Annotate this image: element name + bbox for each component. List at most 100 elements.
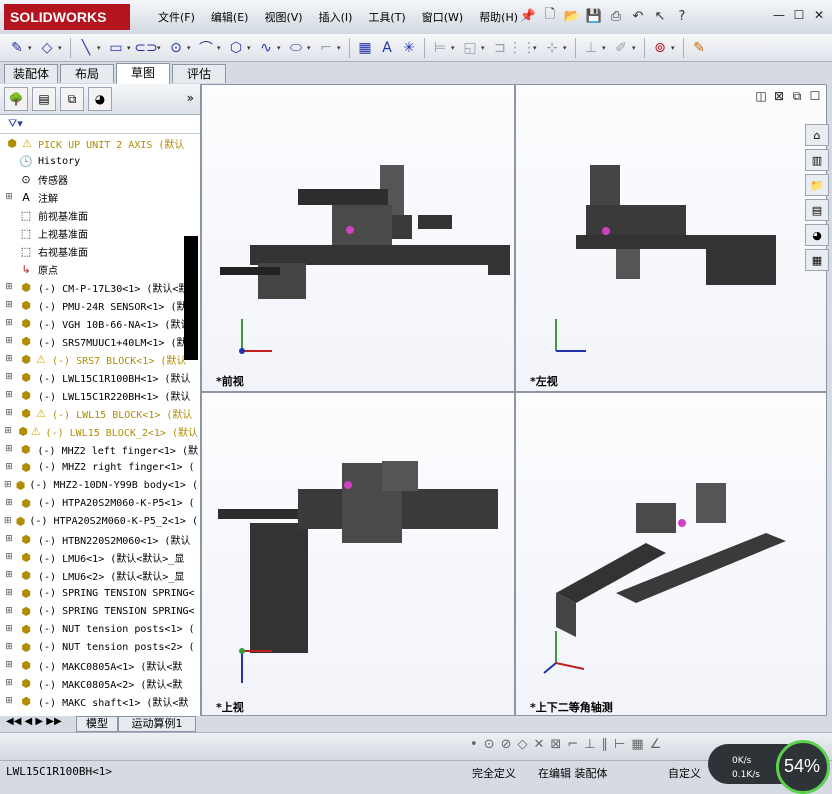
tree-item-component[interactable]: ⊞ ⬢ (-) LMU6<1> (默认<默认>_显	[0, 548, 198, 566]
pane-maximize-icon[interactable]: ☐	[808, 89, 822, 103]
tab-layout[interactable]: 布局	[60, 64, 114, 83]
viewport-front[interactable]: *前视	[201, 84, 515, 392]
tree-item-origin[interactable]: ↳ 原点	[0, 260, 198, 278]
tree-item-component[interactable]: ⊞ ⬢ (-) VGH 10B-66-NA<1> (默认	[0, 314, 198, 332]
grid-snap-icon[interactable]: ▦	[631, 737, 643, 752]
viewport-top[interactable]: *上视	[201, 392, 515, 716]
menu-window[interactable]: 窗口(W)	[414, 8, 471, 28]
circle-icon[interactable]: ⊙	[165, 37, 187, 59]
close-icon[interactable]: ✕	[812, 8, 826, 22]
expand-icon[interactable]: ⊞	[4, 660, 14, 670]
tree-filter[interactable]: ⛛▾	[0, 115, 200, 134]
viewport-isometric[interactable]: *上下二等角轴测	[515, 392, 827, 716]
tree-item-component[interactable]: ⊞ ⬢ (-) HTBN220S2M060<1> (默认	[0, 530, 198, 548]
expand-icon[interactable]: ⊞	[4, 552, 14, 562]
expand-icon[interactable]: ⊞	[4, 318, 14, 328]
angle-snap-icon[interactable]: ∠	[650, 737, 662, 752]
home-icon[interactable]: ⌂	[805, 124, 829, 146]
expand-icon[interactable]: ⊞	[4, 624, 14, 634]
tab-sketch[interactable]: 草图	[116, 63, 170, 84]
status-custom[interactable]: 自定义	[668, 765, 701, 781]
pin-icon[interactable]: 📌	[518, 6, 538, 26]
design-library-icon[interactable]: ▥	[805, 149, 829, 171]
expand-icon[interactable]: ⊞	[4, 696, 14, 706]
configuration-manager-icon[interactable]: ⧉	[60, 87, 84, 111]
expand-icon[interactable]: ⊞	[4, 426, 12, 436]
rectangle-icon[interactable]: ▭	[105, 37, 127, 59]
maximize-icon[interactable]: ☐	[792, 8, 806, 22]
tree-item-top-plane[interactable]: ⬚ 上视基准面	[0, 224, 198, 242]
solidworks-logo[interactable]: SOLIDWORKS	[4, 4, 130, 30]
print-icon[interactable]: ⎙	[606, 6, 626, 26]
expand-icon[interactable]: ⊞	[4, 588, 14, 598]
expand-icon[interactable]: ⊞	[4, 390, 14, 400]
pane-link-icon[interactable]: ⧉	[790, 89, 804, 103]
tree-item-component[interactable]: ⊞ ⬢ (-) MHZ2 right finger<1> (	[0, 458, 198, 476]
parallel-snap-icon[interactable]: ∥	[602, 737, 609, 752]
midpoint-snap-icon[interactable]: ⊘	[501, 737, 512, 752]
ellipse-icon[interactable]: ⬭	[285, 37, 307, 59]
trim-icon[interactable]: ⊨	[429, 37, 451, 59]
slot-icon[interactable]: ⊂⊃	[134, 37, 157, 59]
edit-sketch-icon[interactable]: ✎	[6, 37, 28, 59]
expand-icon[interactable]: ⊞	[4, 444, 14, 454]
expand-icon[interactable]: ⊞	[4, 678, 14, 688]
feature-tree-icon[interactable]: 🌳	[4, 87, 28, 111]
menu-view[interactable]: 视图(V)	[256, 8, 310, 28]
tree-item-right-plane[interactable]: ⬚ 右视基准面	[0, 242, 198, 260]
point-snap-icon[interactable]: •	[470, 737, 478, 752]
tree-item-component[interactable]: ⊞ ⬢ (-) LWL15C1R220BH<1> (默认	[0, 386, 198, 404]
tree-item-component[interactable]: ⊞ ⬢ (-) SPRING TENSION SPRING<	[0, 584, 198, 602]
smart-dimension-icon[interactable]: ◇	[36, 37, 58, 59]
expand-icon[interactable]: ⊞	[4, 534, 14, 544]
tab-evaluate[interactable]: 评估	[172, 64, 226, 83]
nearest-snap-icon[interactable]: ⊠	[550, 737, 561, 752]
tree-item-front-plane[interactable]: ⬚ 前视基准面	[0, 206, 198, 224]
expand-icon[interactable]: ⊞	[4, 642, 14, 652]
line-icon[interactable]: ╲	[75, 37, 97, 59]
horizontal-snap-icon[interactable]: ⊢	[614, 737, 625, 752]
expand-icon[interactable]: ⊞	[4, 498, 14, 508]
repair-sketch-icon[interactable]: ✐	[610, 37, 632, 59]
help-question-icon[interactable]: ?	[672, 6, 692, 26]
expand-icon[interactable]: ⊞	[4, 354, 14, 364]
tree-item-sensors[interactable]: ⊙ 传感器	[0, 170, 198, 188]
expand-icon[interactable]: ⊞	[4, 192, 14, 202]
expand-icon[interactable]: ⊞	[4, 300, 14, 310]
tree-item-component[interactable]: ⊞ ⬢ (-) SPRING TENSION SPRING<	[0, 602, 198, 620]
tree-item-component[interactable]: ⊞ ⬢ (-) HTPA20S2M060-K-P5<1> (	[0, 494, 198, 512]
convert-entities-icon[interactable]: ◱	[459, 37, 481, 59]
tree-item-component[interactable]: ⊞ ⬢ (-) SRS7MUUC1+40LM<1> (默认	[0, 332, 198, 350]
expand-icon[interactable]: ⊞	[4, 480, 12, 490]
spline-icon[interactable]: ∿	[255, 37, 277, 59]
menu-insert[interactable]: 插入(I)	[311, 8, 361, 28]
tab-model[interactable]: 模型	[76, 716, 118, 732]
tree-item-component[interactable]: ⊞ ⬢ (-) PMU-24R SENSOR<1> (默认	[0, 296, 198, 314]
text-icon[interactable]: A	[376, 37, 398, 59]
undo-icon[interactable]: ↶	[628, 6, 648, 26]
tree-item-component[interactable]: ⊞ ⬢ (-) NUT tension posts<1> (	[0, 620, 198, 638]
custom-properties-icon[interactable]: ▦	[805, 249, 829, 271]
polygon-icon[interactable]: ⬡	[225, 37, 247, 59]
tree-item-component[interactable]: ⊞ ⬢ (-) MHZ2 left finger<1> (默	[0, 440, 198, 458]
tree-root[interactable]: ⬢ ⚠ PICK UP UNIT 2 AXIS (默认	[0, 134, 198, 152]
point-icon[interactable]: ✳	[398, 37, 420, 59]
viewport-left[interactable]: ◫ ⊠ ⧉ ☐ *左视	[515, 84, 827, 392]
open-folder-icon[interactable]: 📂	[562, 6, 582, 26]
expand-icon[interactable]: ⊞	[4, 462, 14, 472]
file-explorer-icon[interactable]: 📁	[805, 174, 829, 196]
tree-item-history[interactable]: 🕒 History	[0, 152, 198, 170]
expand-icon[interactable]: ⊞	[4, 570, 14, 580]
scroll-left-icon[interactable]: ◀◀ ◀ ▶ ▶▶	[6, 716, 62, 727]
linear-pattern-icon[interactable]: ⋮⋮	[508, 37, 536, 59]
tree-item-component[interactable]: ⊞ ⬢ (-) MAKC0805A<1> (默认<默	[0, 656, 198, 674]
minimize-icon[interactable]: —	[772, 8, 786, 22]
tree-item-component[interactable]: ⊞ ⬢ (-) LMU6<2> (默认<默认>_显	[0, 566, 198, 584]
tree-scrollbar[interactable]	[184, 236, 198, 360]
tangent-snap-icon[interactable]: ⌐	[567, 737, 578, 752]
move-entities-icon[interactable]: ⊹	[541, 37, 563, 59]
tree-item-component[interactable]: ⊞ ⬢ (-) MHZ2-10DN-Y99B body<1> (	[0, 476, 198, 494]
tree-item-component[interactable]: ⊞ ⬢ (-) MAKC shaft<1> (默认<默	[0, 692, 198, 710]
tree-item-component[interactable]: ⊞ ⬢ (-) MAKC0805A<2> (默认<默	[0, 674, 198, 692]
property-manager-icon[interactable]: ▤	[32, 87, 56, 111]
